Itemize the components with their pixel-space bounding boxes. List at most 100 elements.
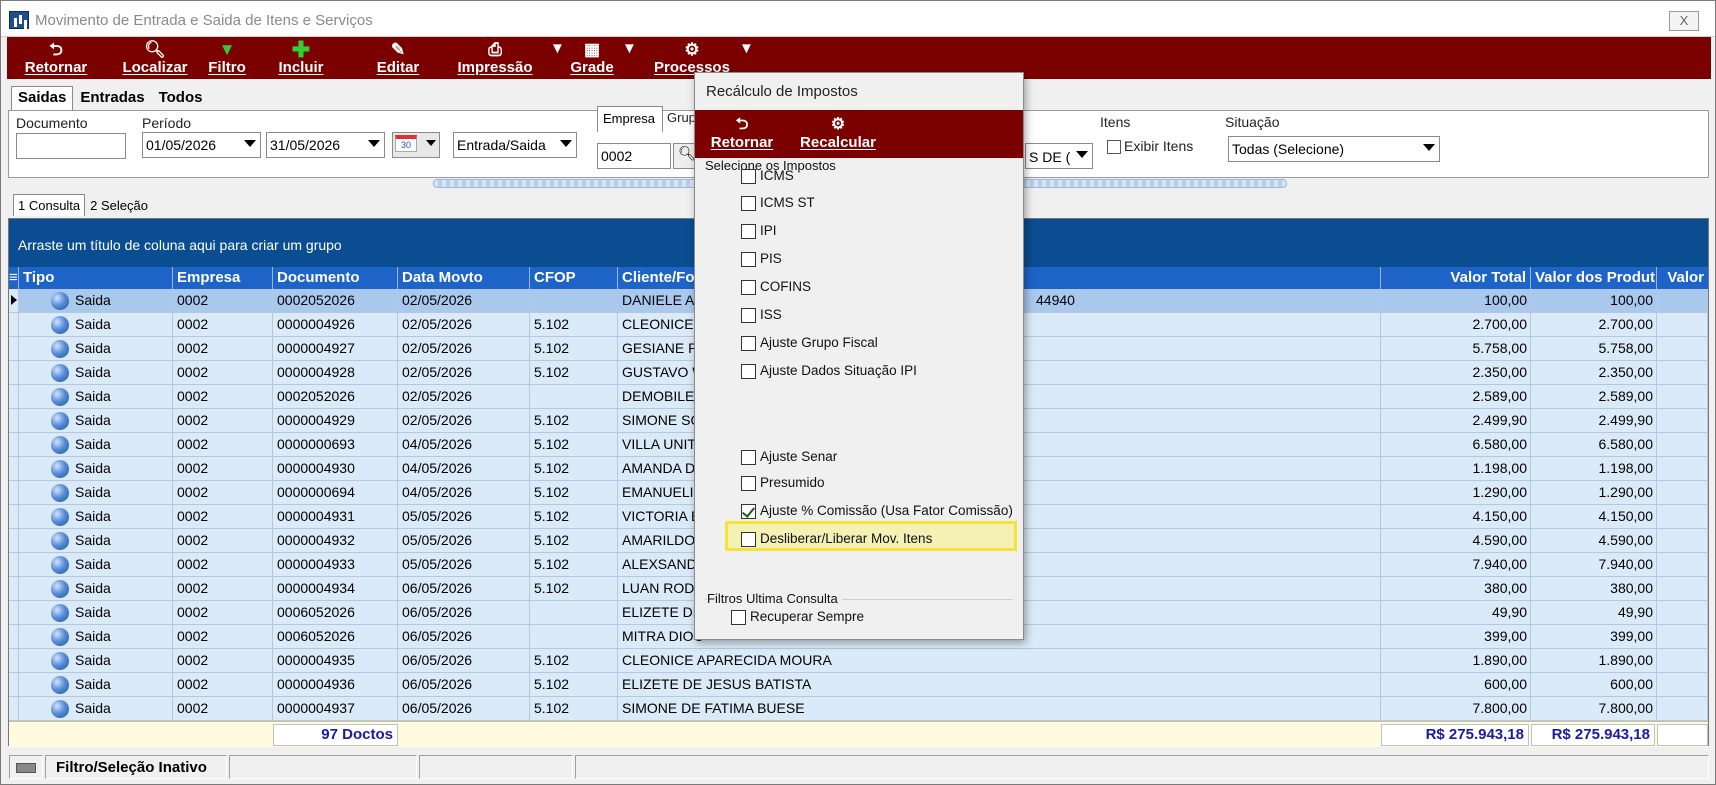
col-empresa[interactable]: Empresa	[173, 267, 273, 289]
globe-icon	[51, 628, 69, 647]
row-indicator	[9, 457, 19, 480]
impressao-dropdown-icon[interactable]: ▼	[550, 40, 565, 57]
cell-cfop	[530, 289, 618, 312]
calendar-button[interactable]: 30	[392, 132, 440, 158]
checkbox-label: Presumido	[760, 475, 825, 490]
tab-selecao[interactable]: 2 Seleção	[85, 194, 153, 217]
date-to-value: 31/05/2026	[270, 137, 341, 153]
filter-status: Filtro/Seleção Inativo	[45, 755, 227, 779]
cell-empresa: 0002	[173, 361, 273, 384]
col-valor-total[interactable]: Valor Total	[1381, 267, 1531, 289]
dialog-recalcular-button[interactable]: ⚙ Recalcular	[799, 116, 877, 151]
cell-tipo-text: Saida	[75, 604, 111, 620]
chevron-down-icon	[426, 140, 436, 146]
date-to-select[interactable]: 31/05/2026	[266, 132, 385, 158]
exibir-itens-checkbox[interactable]	[1107, 140, 1121, 154]
cell-produtos: 600,00	[1531, 673, 1657, 696]
col-tipo[interactable]: Tipo	[19, 267, 173, 289]
grid-icon: ▦	[583, 40, 601, 59]
situacao-label: Situação	[1225, 114, 1280, 130]
checkbox-label: ISS	[760, 307, 782, 322]
empresa-tab[interactable]: Empresa	[597, 106, 663, 132]
table-row[interactable]: Saida 0002 0000004937 06/05/2026 5.102 SIMONE…	[9, 697, 1708, 721]
cell-tipo: Saida	[19, 433, 173, 456]
tab-saidas[interactable]: Saidas	[11, 86, 74, 110]
col-documento[interactable]: Documento	[273, 267, 398, 289]
cell-data: 04/05/2026	[398, 457, 530, 480]
col-valor-extra[interactable]: Valor	[1657, 267, 1708, 289]
processos-button[interactable]: ⚙ Processos	[647, 40, 737, 76]
globe-icon	[51, 676, 69, 695]
col-valor-produtos[interactable]: Valor dos Produt	[1531, 267, 1657, 289]
tipo-select[interactable]: Entrada/Saida	[453, 132, 577, 158]
cell-data: 06/05/2026	[398, 625, 530, 648]
processos-dropdown-icon[interactable]: ▼	[739, 40, 754, 57]
checkbox-box	[741, 252, 756, 267]
dialog-retornar-button[interactable]: ⮌ Retornar	[707, 116, 777, 151]
cell-documento: 0000000694	[273, 481, 398, 504]
row-indicator	[9, 337, 19, 360]
cell-total: 7.800,00	[1381, 697, 1531, 720]
cell-extra2	[1657, 649, 1708, 672]
cell-empresa: 0002	[173, 289, 273, 312]
editar-button[interactable]: ✎ Editar	[373, 40, 423, 76]
row-indicator	[9, 409, 19, 432]
localizar-button[interactable]: 🔍︎ Localizar	[117, 40, 193, 76]
cell-total: 49,90	[1381, 601, 1531, 624]
col-cfop[interactable]: CFOP	[530, 267, 618, 289]
globe-icon	[51, 508, 69, 527]
retornar-button[interactable]: ⮌ Retornar	[21, 40, 91, 76]
cell-cfop	[530, 385, 618, 408]
tab-entradas[interactable]: Entradas	[73, 86, 151, 110]
grade-dropdown-icon[interactable]: ▼	[622, 40, 637, 57]
impressao-button[interactable]: ⎙ Impressão	[453, 40, 537, 76]
cell-empresa: 0002	[173, 625, 273, 648]
cell-extra2	[1657, 577, 1708, 600]
cell-total: 7.940,00	[1381, 553, 1531, 576]
cell-cfop: 5.102	[530, 673, 618, 696]
checkbox-box	[741, 450, 756, 465]
row-indicator	[9, 361, 19, 384]
cell-cfop	[530, 625, 618, 648]
footer-extra	[1657, 724, 1708, 746]
globe-icon	[51, 364, 69, 383]
view-tabs: 1 Consulta 2 Seleção	[13, 194, 153, 218]
cell-documento: 0000004930	[273, 457, 398, 480]
cell-extra2	[1657, 409, 1708, 432]
cell-extra2	[1657, 625, 1708, 648]
cell-extra2	[1657, 457, 1708, 480]
checkbox-box	[741, 364, 756, 379]
date-from-select[interactable]: 01/05/2026	[142, 132, 261, 158]
incluir-button[interactable]: ✚ Incluir	[273, 37, 329, 77]
cell-cliente-extra: 44940	[1036, 292, 1075, 308]
situacao-select[interactable]: Todas (Selecione)	[1228, 136, 1440, 162]
tab-todos[interactable]: Todos	[152, 86, 210, 110]
documento-input[interactable]	[16, 133, 126, 159]
cell-produtos: 100,00	[1531, 289, 1657, 312]
cell-extra2	[1657, 337, 1708, 360]
globe-icon	[51, 484, 69, 503]
empresa-input[interactable]: 0002	[597, 143, 671, 169]
close-button[interactable]: X	[1669, 11, 1699, 31]
globe-icon	[51, 532, 69, 551]
cell-total: 1.890,00	[1381, 649, 1531, 672]
cell-cliente: CLEONICE APARECIDA MOURA	[618, 649, 1381, 672]
grupo-select[interactable]: S DE (	[1025, 143, 1093, 169]
globe-icon	[51, 652, 69, 671]
table-row[interactable]: Saida 0002 0000004935 06/05/2026 5.102 CLEONI…	[9, 649, 1708, 673]
filtro-button[interactable]: ▼ Filtro	[203, 40, 251, 76]
tab-consulta[interactable]: 1 Consulta	[13, 194, 86, 216]
checkbox-label: ICMS ST	[760, 195, 815, 210]
cell-cfop: 5.102	[530, 577, 618, 600]
return-icon: ⮌	[49, 40, 63, 59]
cell-documento: 0000004927	[273, 337, 398, 360]
column-chooser-icon[interactable]: ≡	[9, 267, 19, 289]
cell-tipo-text: Saida	[75, 292, 111, 308]
cell-empresa: 0002	[173, 433, 273, 456]
col-data-movto[interactable]: Data Movto	[398, 267, 530, 289]
plus-icon: ✚	[291, 37, 311, 62]
cell-extra2	[1657, 481, 1708, 504]
cell-documento: 0000004934	[273, 577, 398, 600]
grade-button[interactable]: ▦ Grade	[567, 40, 617, 76]
table-row[interactable]: Saida 0002 0000004936 06/05/2026 5.102 ELIZET…	[9, 673, 1708, 697]
